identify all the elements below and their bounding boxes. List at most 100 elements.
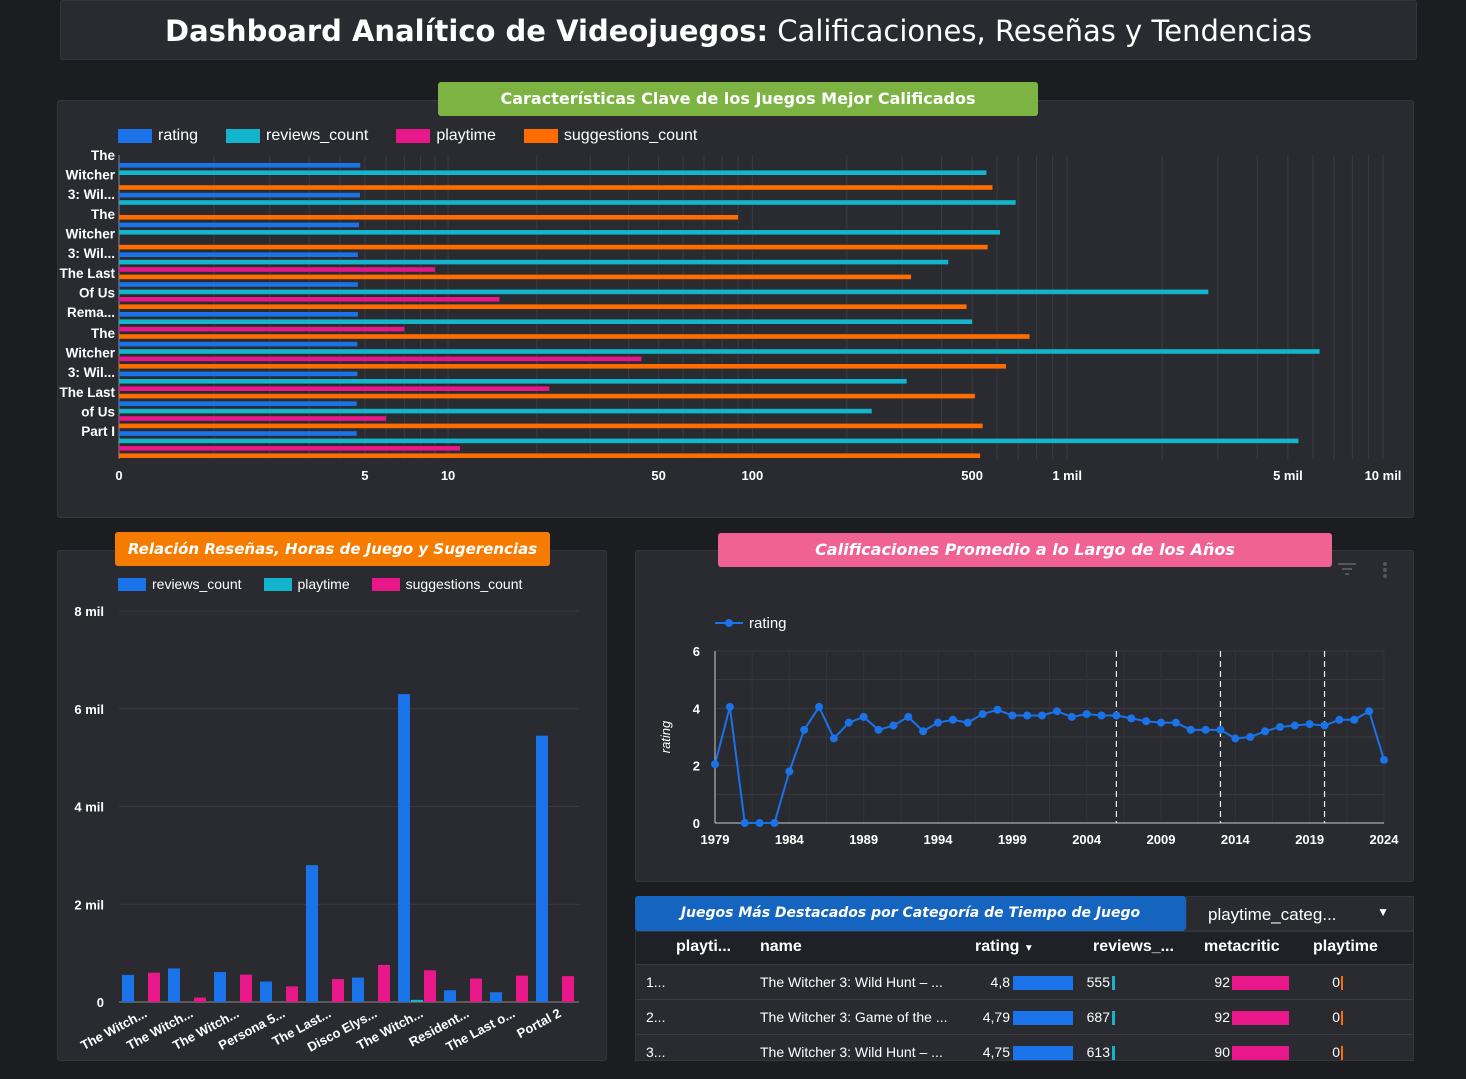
rating-point — [1201, 725, 1210, 734]
rating-point — [1275, 722, 1284, 731]
rating-point — [755, 819, 764, 827]
rating-point — [1365, 707, 1374, 716]
chevron-down-icon: ▼ — [1377, 905, 1389, 919]
bar-playtime — [119, 356, 642, 362]
cell-reviews: 687 — [1086, 1009, 1110, 1025]
bar-suggestions_count — [424, 970, 436, 1002]
bar-reviews_count — [214, 972, 226, 1002]
x-tick-label: 5 mil — [1273, 468, 1303, 483]
bar-rating — [119, 371, 358, 377]
x-tick-label: 2009 — [1147, 832, 1176, 847]
bar-reviews_count — [168, 968, 180, 1002]
y-tick-label: 4 mil — [74, 800, 104, 815]
dashboard-header: Dashboard Analítico de Videojuegos: Cali… — [60, 0, 1417, 60]
bar-suggestions_count — [332, 979, 344, 1002]
rating-point — [785, 767, 794, 776]
cell-reviews: 555 — [1086, 974, 1110, 990]
category-label: 3: Wil... — [68, 187, 115, 202]
bar-reviews_count — [398, 694, 410, 1002]
th-playtime-category[interactable]: playti... — [676, 938, 731, 956]
bar-reviews_count — [119, 349, 1320, 354]
rating-bar — [1013, 1011, 1073, 1025]
bar-suggestions_count — [119, 423, 983, 429]
bar-rating — [119, 282, 358, 287]
legend2-suggestions-count: suggestions_count — [405, 576, 523, 592]
more-options-icon[interactable] — [1381, 561, 1389, 579]
x-tick-label: Portal 2 — [514, 1005, 563, 1041]
bar-rating — [119, 252, 358, 257]
rating-point — [1261, 727, 1270, 736]
metacritic-bar — [1232, 976, 1289, 990]
bar-reviews_count — [260, 981, 272, 1002]
rating-point — [919, 727, 928, 736]
rating-point — [800, 725, 809, 734]
bar-suggestions_count — [119, 364, 1006, 369]
x-tick-label: 2024 — [1370, 832, 1400, 847]
rating-point — [993, 705, 1002, 714]
bar-playtime — [411, 999, 423, 1002]
legend-marker — [725, 619, 733, 627]
rating-point — [1082, 710, 1091, 719]
rating-point — [1290, 721, 1299, 730]
playtime-bar — [1341, 1046, 1343, 1060]
rating-point — [978, 710, 987, 719]
table-row[interactable]: 2... The Witcher 3: Game of the ... 4,79… — [636, 999, 1413, 1035]
x-tick-label: 2019 — [1295, 832, 1324, 847]
category-label: The — [91, 148, 115, 163]
th-metacritic[interactable]: metacritic — [1204, 938, 1280, 956]
bar-playtime — [119, 386, 550, 391]
rating-point — [1038, 711, 1047, 720]
y-tick-label: 2 — [693, 759, 700, 774]
legend-playtime: playtime — [436, 127, 496, 144]
table-row[interactable]: 3... The Witcher 3: Wild Hunt – ... 4,75… — [636, 1034, 1413, 1070]
bar-suggestions_count — [286, 986, 298, 1002]
rating-point — [1067, 712, 1076, 721]
category-label: Rema... — [67, 305, 115, 320]
rating-point — [1350, 715, 1359, 724]
th-rating[interactable]: rating ▼ — [975, 938, 1034, 956]
cell-rating: 4,8 — [990, 974, 1010, 990]
th-reviews[interactable]: reviews_... — [1093, 938, 1174, 956]
rating-point — [1186, 725, 1195, 734]
bar-suggestions_count — [562, 976, 574, 1002]
cell-playtime: 0 — [1332, 974, 1340, 990]
rating-point — [889, 721, 898, 730]
filter-icon[interactable] — [1338, 562, 1356, 576]
category-label: The Last — [59, 266, 115, 281]
x-tick-label: 1989 — [849, 832, 878, 847]
rating-point — [1097, 711, 1106, 720]
y-tick-label: 2 mil — [74, 897, 104, 912]
bar-reviews_count — [119, 230, 1001, 235]
chart3-title: Calificaciones Promedio a lo Largo de lo… — [718, 533, 1332, 567]
th-playtime[interactable]: playtime — [1313, 938, 1378, 956]
x-tick-label: 0 — [115, 468, 122, 483]
bar-suggestions_count — [119, 274, 912, 280]
rating-point — [1008, 711, 1017, 720]
x-tick-label: 50 — [651, 468, 665, 483]
cell-metacritic: 90 — [1214, 1044, 1230, 1060]
bar-reviews_count — [122, 974, 134, 1002]
x-tick-label: 1 mil — [1052, 468, 1082, 483]
th-name[interactable]: name — [760, 938, 802, 956]
rating-bar — [1013, 976, 1073, 990]
y-axis-label: rating — [658, 720, 673, 753]
cell-idx: 3... — [646, 1044, 666, 1060]
bar-rating — [119, 312, 358, 317]
metacritic-bar — [1232, 1011, 1289, 1025]
bar-reviews_count — [119, 259, 949, 265]
bar-reviews_count — [352, 977, 364, 1002]
rating-point — [934, 718, 942, 727]
rating-point — [1380, 755, 1388, 764]
y-tick-label: 4 — [693, 701, 701, 716]
dropdown-value: playtime_categ... — [1208, 905, 1337, 924]
bar-reviews_count — [490, 992, 502, 1002]
playtime-category-dropdown[interactable]: playtime_categ... ▼ — [1186, 896, 1414, 931]
cell-idx: 2... — [646, 1009, 666, 1025]
y-tick-label: 6 — [693, 644, 700, 659]
table-row[interactable]: 1... The Witcher 3: Wild Hunt – ... 4,8 … — [636, 964, 1413, 1000]
bar-suggestions_count — [119, 304, 967, 309]
rating-point — [948, 715, 957, 724]
category-label: Witcher — [66, 168, 116, 183]
table-title: Juegos Más Destacados por Categoría de T… — [635, 896, 1186, 931]
rating-point — [874, 725, 883, 734]
